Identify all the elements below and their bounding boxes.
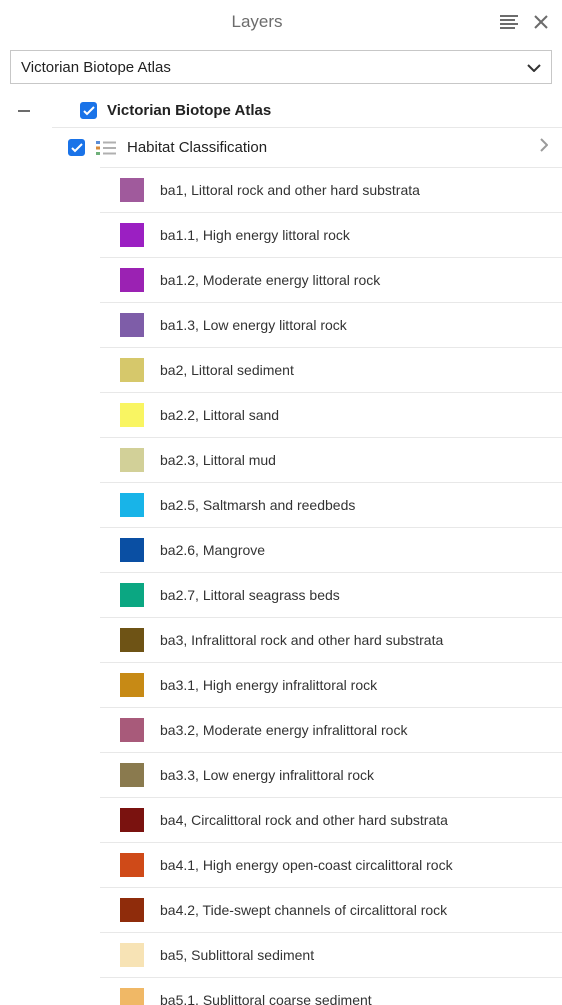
legend-item: ba3.2, Moderate energy infralittoral roc… — [100, 707, 562, 752]
legend-label: ba4.1, High energy open-coast circalitto… — [160, 857, 453, 873]
chevron-down-icon — [527, 59, 541, 76]
legend-list: ba1, Littoral rock and other hard substr… — [100, 167, 562, 1005]
color-swatch — [120, 673, 144, 697]
legend-item: ba2.3, Littoral mud — [100, 437, 562, 482]
chevron-right-icon[interactable] — [540, 138, 552, 157]
collapse-toggle[interactable] — [16, 103, 32, 119]
layer-checkbox[interactable] — [68, 139, 85, 156]
color-swatch — [120, 628, 144, 652]
color-swatch — [120, 763, 144, 787]
legend-label: ba2.3, Littoral mud — [160, 452, 276, 468]
color-swatch — [120, 358, 144, 382]
color-swatch — [120, 403, 144, 427]
legend-item: ba1.1, High energy littoral rock — [100, 212, 562, 257]
legend-item: ba4.1, High energy open-coast circalitto… — [100, 842, 562, 887]
legend-label: ba4.2, Tide-swept channels of circalitto… — [160, 902, 447, 918]
layer-set-dropdown[interactable]: Victorian Biotope Atlas — [10, 50, 552, 84]
legend-item: ba4, Circalittoral rock and other hard s… — [100, 797, 562, 842]
legend-label: ba3.2, Moderate energy infralittoral roc… — [160, 722, 407, 738]
color-swatch — [120, 853, 144, 877]
legend-label: ba2.7, Littoral seagrass beds — [160, 587, 340, 603]
legend-label: ba2.2, Littoral sand — [160, 407, 279, 423]
legend-label: ba1.2, Moderate energy littoral rock — [160, 272, 380, 288]
color-swatch — [120, 808, 144, 832]
color-swatch — [120, 493, 144, 517]
close-icon[interactable] — [534, 15, 548, 29]
color-swatch — [120, 178, 144, 202]
legend-label: ba2.5, Saltmarsh and reedbeds — [160, 497, 355, 513]
legend-label: ba1, Littoral rock and other hard substr… — [160, 182, 420, 198]
color-swatch — [120, 583, 144, 607]
tree-layer-label: Habitat Classification — [127, 139, 530, 156]
legend-label: ba3, Infralittoral rock and other hard s… — [160, 632, 443, 648]
tree-layer-row: Habitat Classification — [52, 127, 562, 167]
panel-header: Layers — [0, 0, 562, 44]
color-swatch — [120, 988, 144, 1005]
color-swatch — [120, 448, 144, 472]
color-swatch — [120, 268, 144, 292]
legend-item: ba2.5, Saltmarsh and reedbeds — [100, 482, 562, 527]
legend-label: ba3.3, Low energy infralittoral rock — [160, 767, 374, 783]
legend-label: ba5.1, Sublittoral coarse sediment — [160, 992, 372, 1005]
legend-item: ba3, Infralittoral rock and other hard s… — [100, 617, 562, 662]
color-swatch — [120, 313, 144, 337]
legend-label: ba1.1, High energy littoral rock — [160, 227, 350, 243]
legend-item: ba2.2, Littoral sand — [100, 392, 562, 437]
legend-label: ba1.3, Low energy littoral rock — [160, 317, 347, 333]
layer-tree-scroll[interactable]: Victorian Biotope Atlas Habitat Classifi… — [0, 94, 562, 1005]
menu-icon[interactable] — [500, 15, 518, 29]
color-swatch — [120, 718, 144, 742]
legend-list-icon — [95, 139, 117, 157]
color-swatch — [120, 223, 144, 247]
legend-label: ba4, Circalittoral rock and other hard s… — [160, 812, 448, 828]
legend-item: ba3.3, Low energy infralittoral rock — [100, 752, 562, 797]
legend-item: ba3.1, High energy infralittoral rock — [100, 662, 562, 707]
panel-title: Layers — [14, 12, 500, 32]
legend-item: ba1.2, Moderate energy littoral rock — [100, 257, 562, 302]
root-checkbox[interactable] — [80, 102, 97, 119]
legend-label: ba2.6, Mangrove — [160, 542, 265, 558]
legend-item: ba1, Littoral rock and other hard substr… — [100, 167, 562, 212]
header-actions — [500, 15, 548, 29]
legend-label: ba5, Sublittoral sediment — [160, 947, 314, 963]
tree-root-label: Victorian Biotope Atlas — [107, 102, 271, 119]
legend-label: ba2, Littoral sediment — [160, 362, 294, 378]
legend-item: ba5.1, Sublittoral coarse sediment — [100, 977, 562, 1005]
legend-item: ba4.2, Tide-swept channels of circalitto… — [100, 887, 562, 932]
legend-item: ba2, Littoral sediment — [100, 347, 562, 392]
legend-item: ba2.6, Mangrove — [100, 527, 562, 572]
dropdown-selected-label: Victorian Biotope Atlas — [21, 59, 171, 76]
legend-item: ba2.7, Littoral seagrass beds — [100, 572, 562, 617]
legend-item: ba5, Sublittoral sediment — [100, 932, 562, 977]
color-swatch — [120, 538, 144, 562]
legend-item: ba1.3, Low energy littoral rock — [100, 302, 562, 347]
dropdown-container: Victorian Biotope Atlas — [0, 44, 562, 94]
color-swatch — [120, 898, 144, 922]
color-swatch — [120, 943, 144, 967]
legend-label: ba3.1, High energy infralittoral rock — [160, 677, 377, 693]
tree-root-row: Victorian Biotope Atlas — [0, 94, 562, 127]
